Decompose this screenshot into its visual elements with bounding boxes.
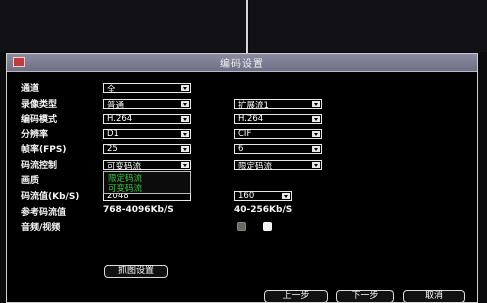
chevron-down-icon <box>312 116 320 122</box>
reference-bitrate-label: 参考码流值 <box>21 208 67 218</box>
frame-rate-main-select[interactable]: 25 <box>103 144 191 154</box>
record-type-sub-select[interactable]: 扩展流1 <box>234 99 322 111</box>
audio-video-sub-checkbox[interactable] <box>263 222 272 231</box>
channel-value: 全 <box>107 85 116 95</box>
background-panel-top-right <box>250 0 487 52</box>
chevron-down-icon <box>282 193 290 199</box>
screen-divider-vertical <box>246 0 248 53</box>
channel-select[interactable]: 全 <box>103 83 191 95</box>
chevron-down-icon <box>181 131 189 137</box>
snapshot-settings-button[interactable]: 抓图设置 <box>104 265 168 278</box>
quality-label: 画质 <box>21 176 40 186</box>
record-type-main-value: 普通 <box>107 101 125 111</box>
audio-video-main-checkbox[interactable] <box>237 222 246 231</box>
background-panel-top-left <box>0 0 246 52</box>
encode-mode-sub-value: H.264 <box>238 114 264 124</box>
resolution-main-select[interactable]: D1 <box>103 129 191 139</box>
bitrate-control-sub-value: 限定码流 <box>238 162 273 172</box>
bitrate-value-label: 码流值(Kb/S) <box>21 192 80 202</box>
frame-rate-label: 帧率(FPS) <box>21 145 67 155</box>
chevron-down-icon <box>181 101 189 107</box>
chevron-down-icon <box>312 131 320 137</box>
chevron-down-icon <box>181 146 189 152</box>
record-type-label: 录像类型 <box>21 100 58 110</box>
resolution-main-value: D1 <box>107 129 119 139</box>
reference-bitrate-sub: 40-256Kb/S <box>234 205 293 215</box>
encode-mode-main-value: H.264 <box>107 114 133 124</box>
frame-rate-main-value: 25 <box>107 144 118 154</box>
bitrate-control-sub-select[interactable]: 限定码流 <box>234 160 322 172</box>
record-type-main-select[interactable]: 普通 <box>103 99 191 111</box>
chevron-down-icon <box>312 162 320 168</box>
audio-video-label: 音频/视频 <box>21 223 61 233</box>
channel-label: 通道 <box>21 84 40 94</box>
resolution-sub-select[interactable]: CIF <box>234 129 322 139</box>
chevron-down-icon <box>181 116 189 122</box>
resolution-label: 分辨率 <box>21 130 49 140</box>
window-title: 编码设置 <box>220 59 264 70</box>
bitrate-control-dropdown-list: 限定码流 可变码流 <box>103 171 191 194</box>
title-bar: 编码设置 <box>7 54 477 72</box>
frame-rate-sub-select[interactable]: 6 <box>234 144 322 154</box>
dropdown-option-variable[interactable]: 可变码流 <box>108 182 142 194</box>
encode-mode-main-select[interactable]: H.264 <box>103 114 191 124</box>
bitrate-value-sub-select[interactable]: 160 <box>234 191 292 201</box>
frame-rate-sub-value: 6 <box>238 144 244 154</box>
bitrate-control-main-select[interactable]: 可变码流 <box>103 160 191 172</box>
record-type-sub-value: 扩展流1 <box>238 101 269 111</box>
chevron-down-icon <box>181 162 189 168</box>
bitrate-control-label: 码流控制 <box>21 161 58 171</box>
encode-mode-label: 编码模式 <box>21 115 58 125</box>
chevron-down-icon <box>312 101 320 107</box>
resolution-sub-value: CIF <box>238 129 252 139</box>
chevron-down-icon <box>312 146 320 152</box>
chevron-down-icon <box>181 85 189 91</box>
encode-settings-dialog: 编码设置 通道 全 录像类型 普通 扩展流1 编码模式 H.264 H.264 … <box>6 53 478 303</box>
encode-mode-sub-select[interactable]: H.264 <box>234 114 322 124</box>
bitrate-value-sub-value: 160 <box>238 191 255 201</box>
reference-bitrate-main: 768-4096Kb/S <box>103 205 174 215</box>
